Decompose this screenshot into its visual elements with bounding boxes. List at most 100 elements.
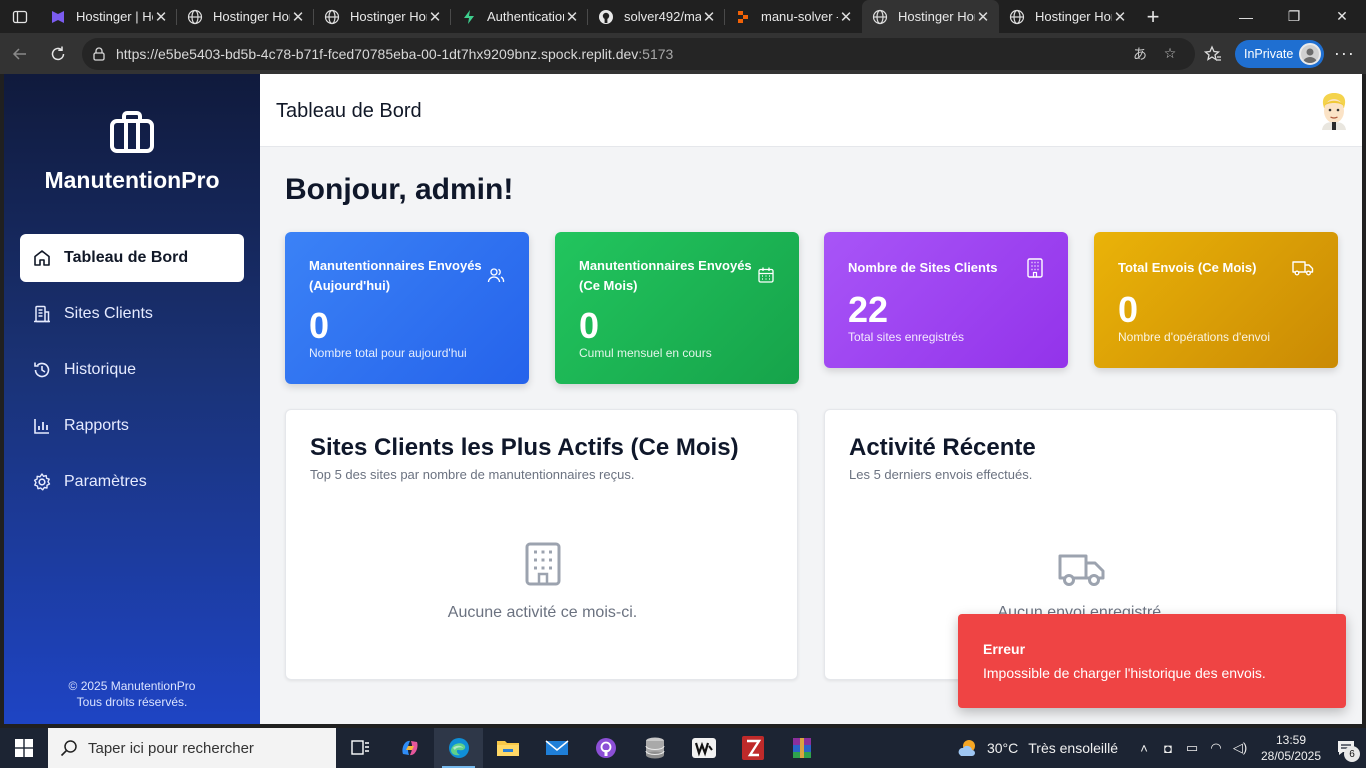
home-icon bbox=[32, 248, 52, 268]
top-sites-panel: Sites Clients les Plus Actifs (Ce Mois) … bbox=[285, 409, 798, 680]
taskbar-clock[interactable]: 13:59 28/05/2025 bbox=[1256, 732, 1326, 764]
tab-close-button[interactable]: ✕ bbox=[290, 8, 306, 26]
file-explorer-app[interactable] bbox=[483, 728, 532, 768]
top-header: Tableau de Bord bbox=[260, 74, 1362, 147]
battery-icon[interactable]: ▭ bbox=[1180, 740, 1204, 756]
lock-icon bbox=[92, 46, 106, 61]
browser-tab[interactable]: Hostinger | Ho ✕ bbox=[40, 0, 177, 33]
minimize-button[interactable]: — bbox=[1222, 0, 1270, 33]
volume-icon[interactable]: ◁) bbox=[1228, 740, 1252, 756]
chevron-up-icon[interactable]: ˄ bbox=[1132, 741, 1156, 756]
building-icon bbox=[32, 304, 52, 324]
sidebar-item-reports[interactable]: Rapports bbox=[20, 402, 244, 450]
supabase-icon bbox=[461, 9, 477, 25]
edge-icon bbox=[448, 738, 469, 758]
stat-value: 0 bbox=[579, 305, 600, 346]
calendar-icon bbox=[757, 266, 775, 284]
new-tab-button[interactable]: + bbox=[1136, 0, 1170, 33]
stat-value: 0 bbox=[309, 305, 330, 346]
sidebar-item-label: Tableau de Bord bbox=[64, 249, 189, 266]
browser-tab[interactable]: Authentication ✕ bbox=[451, 0, 588, 33]
taskbar-search-box[interactable]: Taper ici pour rechercher bbox=[48, 728, 336, 768]
sidebar-item-label: Historique bbox=[64, 361, 137, 378]
browser-tab-active[interactable]: Hostinger Hor ✕ bbox=[862, 0, 999, 33]
more-menu-button[interactable]: ··· bbox=[1324, 43, 1364, 64]
stat-title: Manutentionnaires Envoyés (Aujourd'hui) bbox=[309, 258, 482, 293]
truck-icon bbox=[1058, 554, 1105, 586]
refresh-button[interactable] bbox=[40, 36, 76, 72]
winget-app[interactable] bbox=[679, 728, 728, 768]
back-button[interactable] bbox=[2, 36, 38, 72]
system-tray: ˄ ◘ ▭ ◠ ◁) bbox=[1132, 740, 1252, 756]
truck-icon bbox=[1292, 260, 1314, 278]
winrar-app[interactable] bbox=[777, 728, 826, 768]
sidebar-item-client-sites[interactable]: Sites Clients bbox=[20, 290, 244, 338]
tab-label: Hostinger Hor bbox=[1035, 9, 1112, 24]
database-app[interactable] bbox=[630, 728, 679, 768]
tab-label: manu-solver - bbox=[761, 9, 838, 24]
stat-subtitle: Cumul mensuel en cours bbox=[579, 346, 712, 360]
browser-tab[interactable]: manu-solver - ✕ bbox=[725, 0, 862, 33]
favorite-star-icon[interactable]: ☆ bbox=[1155, 45, 1185, 62]
read-aloud-icon[interactable]: あ bbox=[1125, 44, 1155, 64]
address-bar[interactable]: https://e5be5403-bd5b-4c78-b71f-fced7078… bbox=[82, 37, 1195, 70]
browser-tab[interactable]: Hostinger Hor ✕ bbox=[314, 0, 451, 33]
globe-icon bbox=[872, 9, 888, 25]
favorites-button[interactable] bbox=[1195, 44, 1231, 63]
tab-close-button[interactable]: ✕ bbox=[975, 8, 991, 26]
wifi-icon[interactable]: ◠ bbox=[1204, 740, 1228, 756]
favorites-icon bbox=[1204, 44, 1221, 61]
stat-card-sites: Nombre de Sites Clients 22 Total sites e… bbox=[824, 232, 1068, 368]
tab-close-button[interactable]: ✕ bbox=[153, 8, 169, 26]
close-window-button[interactable]: ✕ bbox=[1318, 0, 1366, 33]
tab-close-button[interactable]: ✕ bbox=[427, 8, 443, 26]
mail-app[interactable] bbox=[532, 728, 581, 768]
inprivate-badge[interactable]: InPrivate bbox=[1235, 39, 1325, 68]
window-controls: — ❐ ✕ bbox=[1222, 0, 1366, 33]
tab-close-button[interactable]: ✕ bbox=[1112, 8, 1128, 26]
hostinger-icon bbox=[50, 9, 66, 25]
filezilla-app[interactable] bbox=[728, 728, 777, 768]
rights-text: Tous droits réservés. bbox=[76, 695, 188, 709]
toast-message: Impossible de charger l'historique des e… bbox=[983, 665, 1266, 681]
tab-actions-button[interactable] bbox=[0, 0, 40, 33]
weather-widget[interactable]: 30°C Très ensoleillé bbox=[957, 738, 1118, 758]
weather-temp: 30°C bbox=[986, 740, 1019, 756]
start-button[interactable] bbox=[0, 728, 48, 768]
refresh-icon bbox=[51, 46, 65, 60]
stat-card-month: Manutentionnaires Envoyés (Ce Mois) 0 Cu… bbox=[555, 232, 799, 384]
github-icon bbox=[598, 9, 614, 25]
browser-toolbar: https://e5be5403-bd5b-4c78-b71f-fced7078… bbox=[0, 33, 1366, 74]
browser-tab[interactable]: Hostinger Hor ✕ bbox=[177, 0, 314, 33]
sidebar-item-settings[interactable]: Paramètres bbox=[20, 458, 244, 506]
copilot-app[interactable] bbox=[385, 728, 434, 768]
tab-close-button[interactable]: ✕ bbox=[838, 8, 854, 26]
sidebar: ManutentionPro Tableau de Bord Sites Cli… bbox=[4, 74, 260, 724]
sidebar-item-history[interactable]: Historique bbox=[20, 346, 244, 394]
tab-close-button[interactable]: ✕ bbox=[564, 8, 580, 26]
github-desktop-app[interactable] bbox=[581, 728, 630, 768]
copilot-icon bbox=[401, 740, 418, 756]
browser-tab[interactable]: solver492/mar ✕ bbox=[588, 0, 725, 33]
globe-icon bbox=[1009, 9, 1025, 25]
maximize-button[interactable]: ❐ bbox=[1270, 0, 1318, 33]
browser-tab-bar: Hostinger | Ho ✕ Hostinger Hor ✕ Hosting… bbox=[0, 0, 1366, 33]
archive-icon bbox=[792, 738, 811, 758]
error-toast[interactable]: Erreur Impossible de charger l'historiqu… bbox=[958, 614, 1346, 708]
edge-app[interactable] bbox=[434, 728, 483, 768]
sidebar-item-dashboard[interactable]: Tableau de Bord bbox=[20, 234, 244, 282]
task-view-button[interactable] bbox=[336, 728, 385, 768]
tab-close-button[interactable]: ✕ bbox=[701, 8, 717, 26]
brand-name: ManutentionPro bbox=[44, 167, 220, 193]
browser-tab[interactable]: Hostinger Hor ✕ bbox=[999, 0, 1136, 33]
meet-now-icon[interactable]: ◘ bbox=[1156, 741, 1180, 756]
settings-icon bbox=[32, 472, 52, 492]
sidebar-item-label: Sites Clients bbox=[64, 305, 153, 322]
filezilla-icon bbox=[741, 736, 764, 760]
clock-time: 13:59 bbox=[1275, 733, 1307, 747]
user-avatar[interactable] bbox=[1318, 92, 1350, 130]
weather-sun-cloud-icon bbox=[958, 740, 975, 756]
notifications-button[interactable]: 6 bbox=[1326, 740, 1366, 762]
tab-actions-icon bbox=[12, 10, 28, 23]
page-title: Tableau de Bord bbox=[276, 100, 422, 122]
